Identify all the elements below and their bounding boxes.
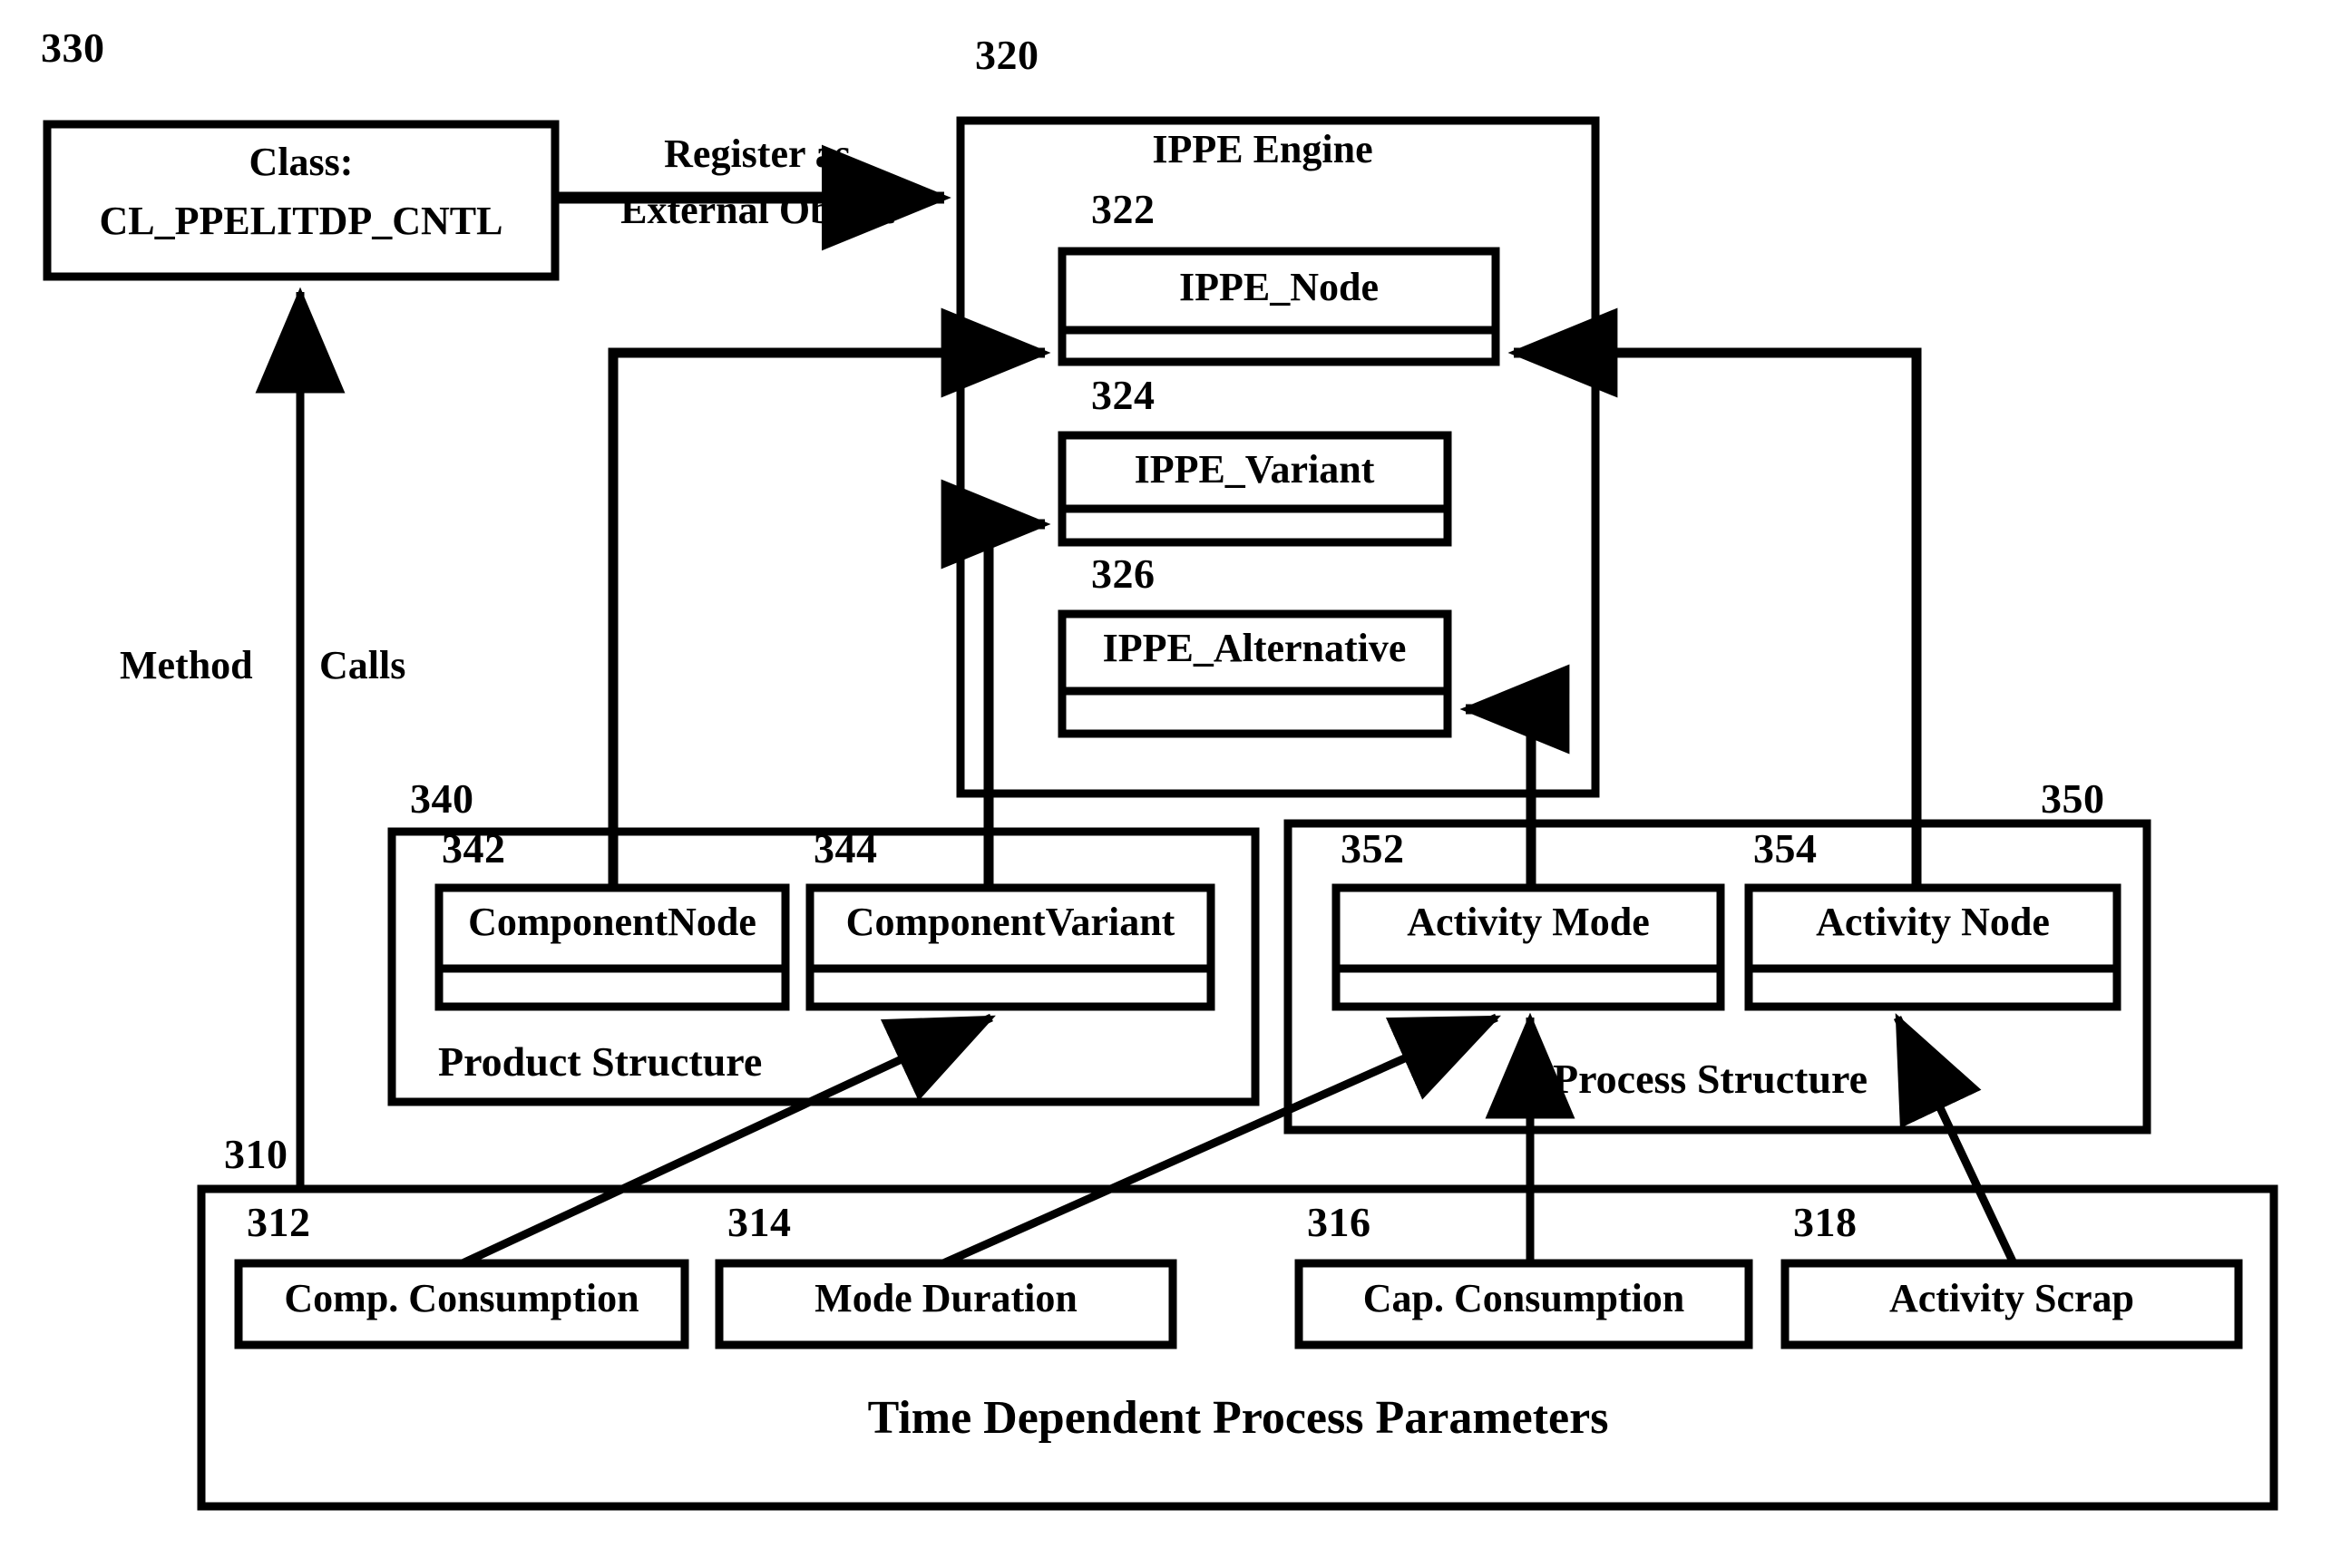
ref-310: 310 (224, 1131, 288, 1177)
activity-scrap-label: Activity Scrap (1888, 1276, 2135, 1320)
ippe-alternative-label: IPPE_Alternative (1102, 626, 1407, 670)
ref-314: 314 (727, 1199, 792, 1245)
connector-mode-duration-to-activity-mode (941, 1013, 1501, 1268)
page-speck (2083, 1503, 2089, 1508)
class-box-line1: Class: (249, 140, 354, 184)
ref-340: 340 (410, 775, 474, 822)
ref-320: 320 (975, 32, 1039, 78)
connector-label-method: Method (120, 643, 253, 687)
ref-342: 342 (442, 825, 506, 872)
patent-figure: 330 320 322 324 326 340 342 344 350 352 … (0, 0, 2331, 1568)
component-node-label: ComponentNode (468, 900, 756, 944)
connector-activity-scrap-to-activity-node (1893, 1013, 2018, 1265)
connector-component-node-to-ippe-node (608, 307, 1051, 888)
ref-326: 326 (1091, 550, 1156, 597)
ref-324: 324 (1091, 372, 1156, 418)
class-box-line2: CL_PPELITDP_CNTL (99, 199, 503, 243)
process-structure-title: Process Structure (1553, 1056, 1868, 1102)
ref-322: 322 (1091, 186, 1156, 232)
ref-350: 350 (2041, 775, 2105, 822)
ref-352: 352 (1341, 825, 1405, 872)
product-structure-title: Product Structure (438, 1038, 763, 1085)
ippe-node-label: IPPE_Node (1179, 265, 1379, 309)
ref-344: 344 (814, 825, 878, 872)
ref-316: 316 (1307, 1199, 1371, 1245)
component-variant-label: ComponentVariant (845, 900, 1175, 944)
ref-318: 318 (1793, 1199, 1858, 1245)
activity-node-label: Activity Node (1816, 900, 2050, 944)
connector-activity-mode-to-ippe-alternative (1459, 664, 1570, 888)
ref-354: 354 (1753, 825, 1818, 872)
cap-consumption-label: Cap. Consumption (1362, 1276, 1685, 1320)
connector-label-register-line2: External Object (620, 188, 894, 232)
ref-330: 330 (41, 24, 105, 71)
time-dependent-title: Time Dependent Process Parameters (867, 1392, 1609, 1444)
connector-label-calls: Calls (319, 643, 406, 687)
ippe-variant-label: IPPE_Variant (1134, 447, 1375, 492)
connector-activity-node-to-ippe-node (1507, 307, 1922, 888)
comp-consumption-label: Comp. Consumption (284, 1276, 639, 1320)
connector-label-register-line1: Register as (664, 131, 851, 176)
ippe-engine-title: IPPE Engine (1152, 127, 1373, 171)
activity-mode-label: Activity Mode (1407, 900, 1650, 944)
mode-duration-label: Mode Duration (814, 1276, 1078, 1320)
ref-312: 312 (247, 1199, 311, 1245)
